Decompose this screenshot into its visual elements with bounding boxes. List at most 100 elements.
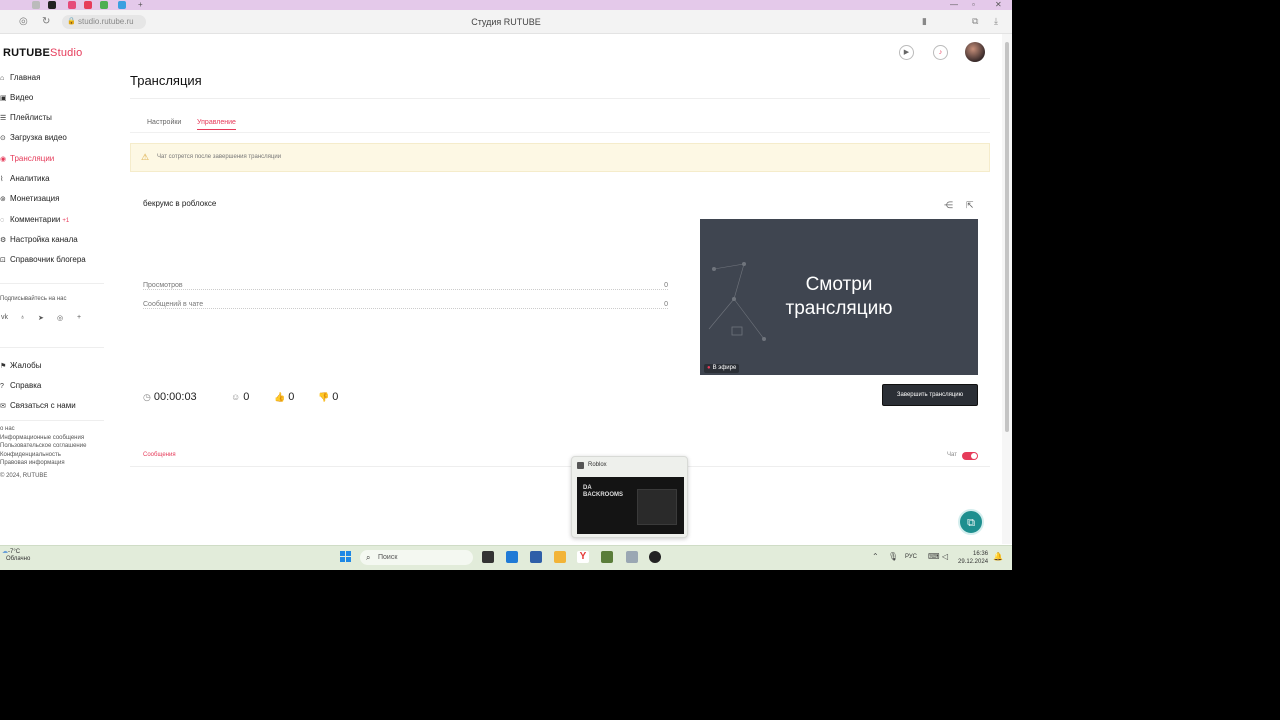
footer-link-privacy[interactable]: Конфиденциальность <box>0 452 61 458</box>
sidebar-item-playlists[interactable]: ☰ Плейлисты <box>0 111 52 125</box>
close-window-icon[interactable]: ✕ <box>995 0 1002 9</box>
thumbs-up-icon: 👍 <box>274 392 286 402</box>
upload-icon: ⊙ <box>0 135 6 142</box>
playlist-icon: ☰ <box>0 115 7 122</box>
roblox-window-preview[interactable]: Roblox DA BACKROOMS <box>571 456 688 538</box>
analytics-icon: ⌇ <box>0 176 4 183</box>
task-view-icon[interactable] <box>482 551 494 563</box>
tab-management[interactable]: Управление <box>197 119 236 130</box>
tab-icon[interactable] <box>32 1 40 9</box>
sidebar-item-home[interactable]: ⌂ Главная <box>0 71 40 85</box>
clock[interactable]: 16:36 29.12.2024 <box>958 550 988 566</box>
ok-icon[interactable]: ♁ <box>20 314 25 321</box>
copyright: © 2024, RUTUBE <box>0 473 48 479</box>
extensions-icon[interactable]: ⧉ <box>972 16 978 27</box>
sidebar-item-upload[interactable]: ⊙ Загрузка видео <box>0 131 67 145</box>
sidebar-divider <box>0 283 104 284</box>
viewers-metric: ☺ 0 <box>231 391 250 403</box>
page-title: Трансляция <box>130 73 202 88</box>
store-icon[interactable] <box>530 551 542 563</box>
sidebar-item-contact[interactable]: ✉ Связаться с нами <box>0 399 76 413</box>
dislikes-metric: 👎 0 <box>318 391 339 403</box>
scrollbar-thumb[interactable] <box>1005 42 1009 432</box>
settings-icon: ⚙ <box>0 237 7 244</box>
maximize-icon[interactable]: ▫ <box>972 0 975 9</box>
footer-link-terms[interactable]: Пользовательское соглашение <box>0 443 86 449</box>
share-icon[interactable]: ⋲ <box>944 200 953 211</box>
telegram-icon[interactable]: ➤ <box>38 314 44 322</box>
new-tab-icon[interactable]: + <box>138 0 143 9</box>
stat-dots <box>143 289 668 290</box>
windows-start-icon[interactable] <box>340 551 352 563</box>
broadcast-icon: ◉ <box>0 156 7 163</box>
roblox-app-icon <box>577 462 584 469</box>
sidebar-item-comments[interactable]: ◌ Комментарии +1 <box>0 213 69 227</box>
tab-icon[interactable] <box>84 1 92 9</box>
game-title-text: DA BACKROOMS <box>583 485 623 498</box>
sidebar-item-monetization[interactable]: ⊚ Монетизация <box>0 192 59 206</box>
notifications-icon[interactable]: 🔔 <box>993 552 1003 561</box>
window-title: Студия RUTUBE <box>471 17 541 27</box>
vk-icon[interactable]: vk <box>1 314 8 321</box>
rutube-studio-logo[interactable]: RUTUBEStudio <box>3 47 82 59</box>
sidebar-item-analytics[interactable]: ⌇ Аналитика <box>0 172 50 186</box>
tab-messages[interactable]: Сообщения <box>143 452 176 458</box>
avatar[interactable] <box>965 42 985 62</box>
user-icon: ☺ <box>231 392 241 402</box>
minimize-icon[interactable]: — <box>950 0 958 9</box>
scrollbar[interactable] <box>1002 34 1012 544</box>
taskbar: ☁-7°C Облачно ⌕ Поиск Y ⌃ 🎙 РУС ⌨ ◁ 16:3… <box>0 545 1012 570</box>
support-chat-button[interactable]: ⧉ <box>958 509 984 535</box>
warning-banner: ⚠ Чат сотрется после завершения трансляц… <box>130 143 990 172</box>
comments-badge: +1 <box>62 218 70 224</box>
stream-name: бекрумс в роблоксе <box>143 199 217 208</box>
stat-label: Сообщений в чате <box>143 301 207 308</box>
flag-icon: ⚑ <box>0 363 7 370</box>
tab-icon[interactable] <box>68 1 76 9</box>
footer-link-info[interactable]: Информационные сообщения <box>0 435 84 441</box>
tab-settings[interactable]: Настройки <box>147 119 181 126</box>
download-icon[interactable]: ⤓ <box>994 16 998 27</box>
taskbar-search[interactable]: ⌕ Поиск <box>360 550 473 565</box>
live-dot-icon: ● <box>707 365 711 371</box>
weather-desc: Облачно <box>6 556 31 562</box>
sidebar-divider <box>0 347 104 348</box>
stat-label: Просмотров <box>143 282 186 289</box>
minecraft-icon[interactable] <box>601 551 613 563</box>
footer-link-about[interactable]: о нас <box>0 426 15 432</box>
tab-bar: Настройки Управление <box>130 111 990 133</box>
tab-icon[interactable] <box>100 1 108 9</box>
roblox-icon[interactable] <box>626 551 638 563</box>
bookmark-icon[interactable]: ▮ <box>922 16 927 27</box>
stat-views: Просмотров 0 <box>143 282 668 292</box>
volume-icon[interactable]: ◁ <box>942 552 948 561</box>
create-video-icon[interactable]: ▶ <box>899 45 914 60</box>
footer-link-legal[interactable]: Правовая информация <box>0 460 65 466</box>
stream-preview[interactable]: Смотри трансляцию ● В эфире <box>700 219 978 375</box>
sidebar-item-broadcasts[interactable]: ◉ Трансляции <box>0 152 54 166</box>
sidebar-item-help[interactable]: ? Справка <box>0 379 41 393</box>
more-social-icon[interactable]: + <box>77 314 81 321</box>
tray-chevron-icon[interactable]: ⌃ <box>872 552 879 561</box>
tab-icon[interactable] <box>118 1 126 9</box>
sidebar-item-blogger-guide[interactable]: ⊡ Справочник блогера <box>0 253 86 267</box>
yandex-browser-icon[interactable]: Y <box>577 551 589 563</box>
tab-icon[interactable] <box>48 1 56 9</box>
file-explorer-icon[interactable] <box>554 551 566 563</box>
end-stream-button[interactable]: Завершить трансляцию <box>882 384 978 406</box>
preview-overlay-text: Смотри трансляцию <box>785 274 893 319</box>
sidebar-item-video[interactable]: ▣ Видео <box>0 91 33 105</box>
outlook-icon[interactable] <box>506 551 518 563</box>
weather-widget[interactable]: ☁-7°C Облачно <box>2 549 30 563</box>
browser-toolbar: ◎ ↻ 🔒 studio.rutube.ru Студия RUTUBE ▮ ⧉… <box>0 10 1012 34</box>
notification-bell-icon[interactable]: ♪ <box>933 45 948 60</box>
sidebar-item-complaints[interactable]: ⚑ Жалобы <box>0 359 41 373</box>
chat-toggle[interactable] <box>962 452 978 460</box>
obs-icon[interactable] <box>649 551 661 563</box>
language-indicator[interactable]: РУС <box>905 554 917 560</box>
open-external-icon[interactable]: ⇱ <box>966 200 974 211</box>
viber-icon[interactable]: ◎ <box>57 314 63 322</box>
microphone-icon[interactable]: 🎙 <box>888 552 898 561</box>
sidebar-item-channel-settings[interactable]: ⚙ Настройка канала <box>0 233 78 247</box>
network-icon[interactable]: ⌨ <box>928 552 940 561</box>
